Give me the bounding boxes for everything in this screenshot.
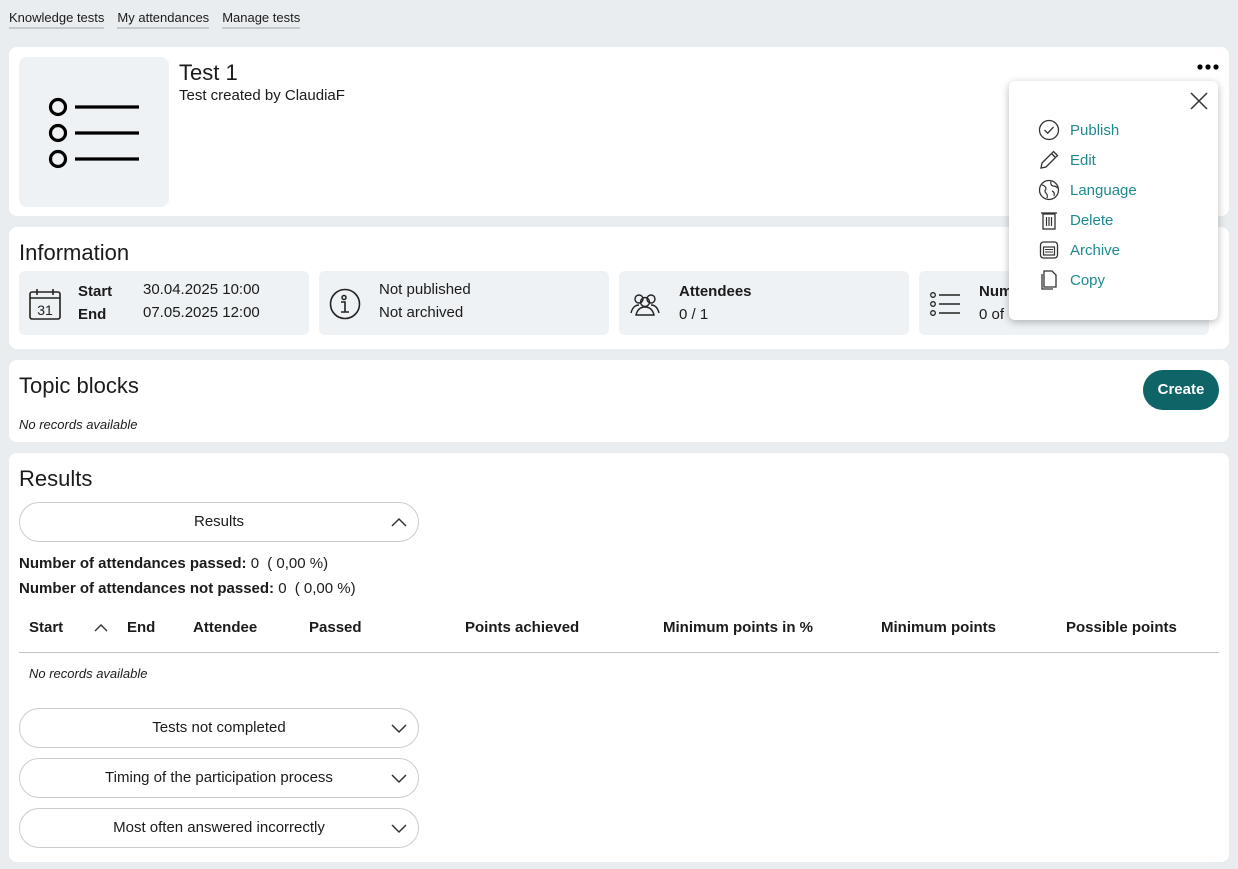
menu-item-archive-label: Archive [1070,241,1121,259]
start-label: Start [78,283,113,300]
chevron-down-icon [391,724,407,734]
attendees-tile: Attendees 0 / 1 [619,271,909,335]
timing-accordion[interactable]: Timing of the participation process [19,758,419,798]
menu-item-delete[interactable]: Delete [1038,209,1113,231]
sort-ascending-icon[interactable] [94,623,108,633]
archived-status: Not archived [379,304,464,321]
check-circle-icon [1038,119,1060,141]
column-points-achieved[interactable]: Points achieved [465,619,579,636]
top-nav: Knowledge tests My attendances Manage te… [9,6,301,29]
more-options-button[interactable] [1197,59,1219,75]
column-end[interactable]: End [127,619,155,636]
actions-menu: Publish Edit Language Delete Archive Cop… [1009,81,1218,320]
chevron-down-icon [391,824,407,834]
results-table-empty: No records available [29,666,148,681]
dates-tile: 31 Start End 30.04.2025 10:00 07.05.2025… [19,271,309,335]
end-label: End [78,306,107,323]
menu-item-edit[interactable]: Edit [1038,149,1096,171]
close-icon[interactable] [1190,92,1208,110]
menu-item-language[interactable]: Language [1038,179,1137,201]
end-value: 07.05.2025 12:00 [143,304,260,321]
not-passed-value: 0 [278,580,287,597]
chevron-down-icon [391,774,407,784]
not-passed-percent: ( 0,00 %) [294,580,356,597]
more-dots-icon [1197,64,1219,70]
menu-item-delete-label: Delete [1070,211,1114,229]
results-accordion-label: Results [193,513,245,530]
column-passed[interactable]: Passed [309,619,362,636]
column-minimum-points[interactable]: Minimum points [881,619,996,636]
passed-row: Number of attendances passed: 0 ( 0,00 %… [19,555,328,572]
menu-item-language-label: Language [1070,181,1137,199]
list-icon [48,97,139,169]
topic-blocks-card: Topic blocks No records available Create [9,360,1229,442]
passed-label: Number of attendances passed: [19,555,247,572]
test-thumbnail [19,57,169,207]
results-heading: Results [19,466,93,491]
passed-percent: ( 0,00 %) [267,555,329,572]
people-icon [630,294,660,316]
create-button[interactable]: Create [1143,370,1219,410]
menu-item-publish-label: Publish [1070,121,1120,139]
most-incorrect-accordion[interactable]: Most often answered incorrectly [19,808,419,848]
chevron-up-icon [391,517,407,527]
passed-value: 0 [250,555,260,572]
menu-item-archive[interactable]: Archive [1038,239,1120,261]
copy-icon [1041,270,1057,290]
most-incorrect-label: Most often answered incorrectly [113,819,325,836]
menu-item-publish[interactable]: Publish [1038,119,1119,141]
column-start[interactable]: Start [29,619,63,636]
attendees-value: 0 / 1 [679,306,709,323]
menu-item-copy[interactable]: Copy [1038,269,1105,291]
globe-icon [1038,179,1060,201]
topic-blocks-empty: No records available [19,417,138,432]
not-passed-label: Number of attendances not passed: [19,580,275,597]
timing-label: Timing of the participation process [105,769,333,786]
tab-my-attendances[interactable]: My attendances [117,6,210,29]
calendar-icon: 31 [29,289,61,320]
start-value: 30.04.2025 10:00 [143,281,260,298]
menu-item-copy-label: Copy [1070,271,1106,289]
column-attendee[interactable]: Attendee [193,619,257,636]
archive-box-icon [1039,241,1059,259]
tab-manage-tests[interactable]: Manage tests [222,6,301,29]
trash-icon [1041,212,1057,230]
tab-knowledge-tests[interactable]: Knowledge tests [9,6,105,29]
page-title: Test 1 [179,60,238,85]
questions-value: 0 of [979,306,1005,323]
published-status: Not published [379,281,471,298]
tests-not-completed-label: Tests not completed [152,719,286,736]
results-accordion[interactable]: Results [19,502,419,542]
info-circle-icon [329,288,361,320]
column-minimum-points-percent[interactable]: Minimum points in % [663,619,813,636]
not-passed-row: Number of attendances not passed: 0 ( 0,… [19,580,356,597]
information-heading: Information [19,240,130,265]
tests-not-completed-accordion[interactable]: Tests not completed [19,708,419,748]
pencil-icon [1040,150,1059,169]
topic-blocks-heading: Topic blocks [19,373,139,398]
test-subtitle: Test created by ClaudiaF [179,87,345,104]
column-possible-points[interactable]: Possible points [1066,619,1177,636]
status-tile: Not published Not archived [319,271,609,335]
svg-text:31: 31 [37,302,53,318]
question-list-icon [930,292,960,316]
attendees-label: Attendees [679,283,752,300]
table-header-divider [19,652,1219,653]
results-card: Results Results Number of attendances pa… [9,453,1229,862]
menu-item-edit-label: Edit [1070,151,1096,169]
questions-label: Num [979,283,1013,300]
